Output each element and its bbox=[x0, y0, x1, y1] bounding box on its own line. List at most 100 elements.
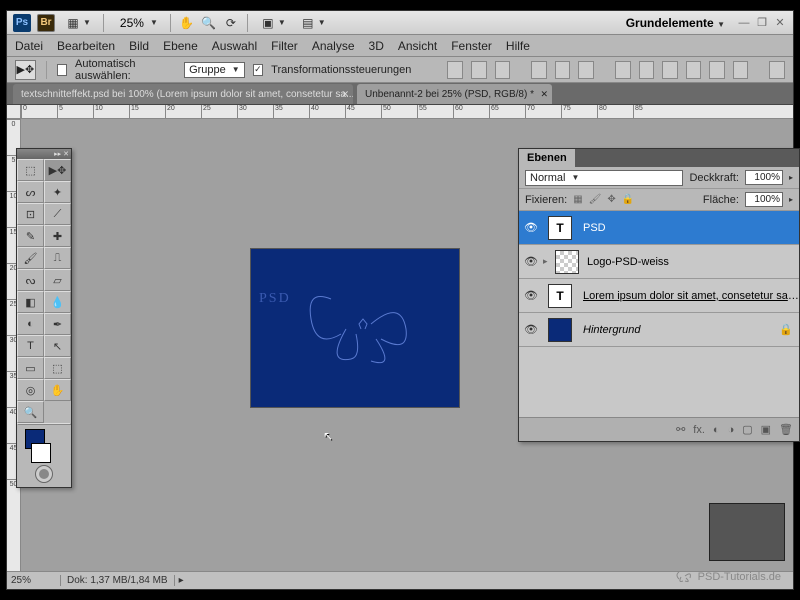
crop-tool[interactable]: ⊡ bbox=[17, 203, 44, 225]
history-brush-tool[interactable]: ᔓ bbox=[17, 269, 44, 291]
eyedropper-tool[interactable]: ✎ bbox=[17, 225, 44, 247]
auto-align-btn[interactable] bbox=[769, 61, 785, 79]
shape-tool[interactable]: ▭ bbox=[17, 357, 44, 379]
visibility-icon[interactable]: 👁 bbox=[519, 255, 543, 268]
screen-mode-dropdown[interactable]: ▣▼ bbox=[256, 14, 290, 32]
visibility-icon[interactable]: 👁 bbox=[519, 289, 543, 302]
dodge-tool[interactable]: ◐ bbox=[17, 313, 44, 335]
zoom-tool[interactable]: 🔍 bbox=[17, 401, 44, 423]
arrange-docs-dropdown[interactable]: ▦▼ bbox=[61, 14, 95, 32]
extras-dropdown[interactable]: ▤▼ bbox=[296, 14, 330, 32]
distribute-btn[interactable] bbox=[662, 61, 678, 79]
visibility-icon[interactable]: 👁 bbox=[519, 323, 543, 336]
layer-row[interactable]: 👁 Hintergrund 🔒 bbox=[519, 313, 799, 347]
menu-datei[interactable]: Datei bbox=[15, 39, 43, 53]
minimize-icon[interactable]: — bbox=[737, 16, 751, 30]
lock-transparency-icon[interactable]: ▦ bbox=[573, 194, 582, 205]
navigator-preview[interactable] bbox=[709, 503, 785, 561]
brush-tool[interactable]: 🖌 bbox=[17, 247, 44, 269]
type-tool[interactable]: T bbox=[17, 335, 44, 357]
layer-thumb-icon[interactable]: T bbox=[548, 284, 572, 308]
document-canvas[interactable]: PSD bbox=[251, 249, 459, 407]
layer-name[interactable]: Hintergrund bbox=[577, 324, 779, 336]
align-btn[interactable] bbox=[495, 61, 511, 79]
toolbox-panel[interactable]: ▸▸✕ ⬚ ▶✥ ᔕ ✦ ⊡ ⟋ ✎ ✚ 🖌 ⎍ ᔓ ▱ ◧ 💧 ◐ ✒ T ↖… bbox=[16, 148, 72, 488]
layer-row[interactable]: 👁 T Lorem ipsum dolor sit amet, consetet… bbox=[519, 279, 799, 313]
horizontal-ruler[interactable]: 0510152025303540455055606570758085 bbox=[21, 105, 793, 119]
layer-mask-icon[interactable]: ◐ bbox=[713, 424, 720, 436]
maximize-icon[interactable]: ❐ bbox=[755, 16, 769, 30]
autoselect-checkbox[interactable] bbox=[57, 64, 67, 76]
menu-analyse[interactable]: Analyse bbox=[312, 39, 355, 53]
delete-layer-icon[interactable]: 🗑 bbox=[779, 423, 793, 436]
blend-mode-select[interactable]: Normal▼ bbox=[525, 170, 683, 186]
gradient-tool[interactable]: ◧ bbox=[17, 291, 44, 313]
visibility-icon[interactable]: 👁 bbox=[519, 221, 543, 234]
lock-all-icon[interactable]: 🔒 bbox=[622, 194, 634, 205]
background-swatch[interactable] bbox=[31, 443, 51, 463]
zoom-tool-icon[interactable]: 🔍 bbox=[201, 15, 217, 31]
tab-close-icon[interactable]: ✕ bbox=[540, 89, 548, 100]
menu-ebene[interactable]: Ebene bbox=[163, 39, 198, 53]
distribute-btn[interactable] bbox=[709, 61, 725, 79]
fill-field[interactable]: 100% bbox=[745, 192, 783, 207]
tab-close-icon[interactable]: ✕ bbox=[341, 89, 349, 100]
layer-name[interactable]: PSD bbox=[577, 222, 799, 234]
layer-fx-icon[interactable]: fx. bbox=[693, 424, 705, 436]
align-btn[interactable] bbox=[531, 61, 547, 79]
menu-hilfe[interactable]: Hilfe bbox=[506, 39, 530, 53]
align-btn[interactable] bbox=[471, 61, 487, 79]
layer-thumb-icon[interactable] bbox=[548, 318, 572, 342]
rotate-view-icon[interactable]: ⟳ bbox=[223, 15, 239, 31]
heal-tool[interactable]: ✚ bbox=[44, 225, 71, 247]
distribute-btn[interactable] bbox=[733, 61, 749, 79]
lasso-tool[interactable]: ᔕ bbox=[17, 181, 44, 203]
layer-thumb-icon[interactable]: T bbox=[548, 216, 572, 240]
quickmask-button[interactable] bbox=[35, 465, 53, 483]
menu-ansicht[interactable]: Ansicht bbox=[398, 39, 437, 53]
move-tool-icon[interactable]: ▶✥ bbox=[15, 60, 36, 80]
path-tool[interactable]: ↖ bbox=[44, 335, 71, 357]
bridge-logo-icon[interactable]: Br bbox=[37, 14, 55, 32]
zoom-dropdown[interactable]: 25%▼ bbox=[112, 14, 162, 32]
menu-bild[interactable]: Bild bbox=[129, 39, 149, 53]
distribute-btn[interactable] bbox=[639, 61, 655, 79]
menu-filter[interactable]: Filter bbox=[271, 39, 298, 53]
3d-camera-tool[interactable]: ◎ bbox=[17, 379, 44, 401]
layer-name[interactable]: Logo-PSD-weiss bbox=[581, 256, 799, 268]
doc-info[interactable]: Dok: 1,37 MB/1,84 MB bbox=[61, 575, 175, 586]
zoom-field[interactable]: 25% bbox=[7, 575, 61, 586]
hand-tool[interactable]: ✋ bbox=[44, 379, 71, 401]
pen-tool[interactable]: ✒ bbox=[44, 313, 71, 335]
marquee-tool[interactable]: ⬚ bbox=[17, 159, 44, 181]
menu-3d[interactable]: 3D bbox=[369, 39, 384, 53]
expand-icon[interactable]: ▸ bbox=[543, 256, 553, 267]
fill-flyout-icon[interactable]: ▸ bbox=[789, 195, 793, 204]
stamp-tool[interactable]: ⎍ bbox=[44, 247, 71, 269]
layer-row[interactable]: 👁 ▸ Logo-PSD-weiss bbox=[519, 245, 799, 279]
toolbox-header[interactable]: ▸▸✕ bbox=[17, 149, 71, 159]
blur-tool[interactable]: 💧 bbox=[44, 291, 71, 313]
lock-position-icon[interactable]: ✥ bbox=[607, 194, 615, 205]
menu-auswahl[interactable]: Auswahl bbox=[212, 39, 257, 53]
photoshop-logo-icon[interactable]: Ps bbox=[13, 14, 31, 32]
layers-tab[interactable]: Ebenen bbox=[519, 149, 575, 167]
opacity-flyout-icon[interactable]: ▸ bbox=[789, 173, 793, 182]
layers-panel[interactable]: Ebenen Normal▼ Deckkraft: 100% ▸ Fixiere… bbox=[518, 148, 800, 442]
adjustment-layer-icon[interactable]: ◑ bbox=[728, 424, 735, 436]
3d-tool[interactable]: ⬚ bbox=[44, 357, 71, 379]
wand-tool[interactable]: ✦ bbox=[44, 181, 71, 203]
transform-checkbox[interactable]: ✓ bbox=[253, 64, 263, 76]
new-layer-icon[interactable]: ▣ bbox=[761, 423, 771, 436]
ruler-origin[interactable] bbox=[7, 105, 21, 119]
workspace-menu[interactable]: Grundelemente ▼ bbox=[620, 16, 731, 30]
eraser-tool[interactable]: ▱ bbox=[44, 269, 71, 291]
link-layers-icon[interactable]: ⚯ bbox=[676, 423, 685, 436]
layer-group-icon[interactable]: ▢ bbox=[742, 423, 752, 436]
distribute-btn[interactable] bbox=[686, 61, 702, 79]
distribute-btn[interactable] bbox=[615, 61, 631, 79]
align-btn[interactable] bbox=[578, 61, 594, 79]
align-btn[interactable] bbox=[447, 61, 463, 79]
lock-pixels-icon[interactable]: 🖌 bbox=[589, 194, 602, 205]
doc-info-arrow-icon[interactable]: ▸ bbox=[175, 575, 184, 586]
